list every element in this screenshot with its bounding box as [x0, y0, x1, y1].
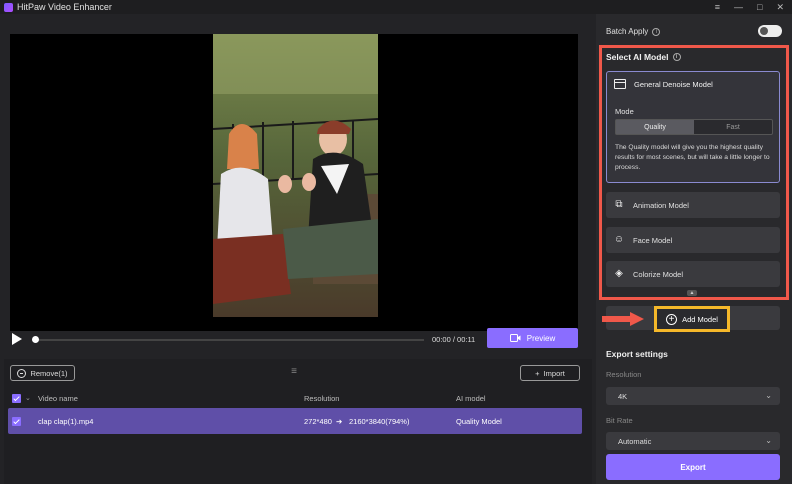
model-card-colorize[interactable]: ◈ Colorize Model — [606, 261, 780, 287]
resolution-to: 2160*3840(794%) — [349, 416, 410, 426]
animation-model-label: Animation Model — [633, 200, 689, 210]
minimize-icon[interactable]: — — [734, 2, 743, 12]
menu-icon[interactable]: ≡ — [715, 2, 720, 12]
table-header: ⌄ Video name Resolution AI model — [4, 389, 592, 407]
resolution-select[interactable]: 4K ⌄ — [606, 387, 780, 405]
import-label: Import — [543, 368, 565, 378]
resolution-value: 4K — [618, 391, 628, 401]
add-model-label: Add Model — [682, 314, 718, 324]
chevron-down-icon: ⌄ — [765, 436, 772, 445]
face-model-label: Face Model — [633, 235, 673, 245]
resolution-from: 272*480 — [304, 416, 332, 426]
mode-label: Mode — [615, 107, 634, 116]
batch-apply-label: Batch Apply — [606, 27, 649, 36]
maximize-icon[interactable]: □ — [757, 2, 762, 12]
video-preview — [10, 34, 578, 331]
column-header-resolution: Resolution — [304, 393, 340, 403]
settings-sidebar: Batch Apply i Select AI Model i General … — [596, 14, 792, 484]
app-title: HitPaw Video Enhancer — [17, 2, 112, 12]
toggle-knob — [760, 27, 768, 35]
play-button[interactable] — [12, 333, 22, 345]
info-icon[interactable]: i — [672, 53, 681, 61]
video-list: Remove(1) ≡ + Import ⌄ Video name Resolu… — [4, 359, 592, 484]
row-checkbox[interactable] — [12, 416, 21, 426]
model-card-animation[interactable]: ⧉ Animation Model — [606, 192, 780, 218]
chevron-down-icon: ⌄ — [765, 391, 772, 400]
collapse-list-icon[interactable]: ≡ — [287, 367, 301, 377]
arrow-right-icon: ➔ — [336, 416, 343, 426]
remove-button[interactable]: Remove(1) — [10, 365, 75, 381]
main-pane: 00:00 / 00:11 Preview Remove(1) ≡ + Impo… — [0, 14, 596, 484]
plus-icon: + — [535, 368, 540, 378]
colorize-model-label: Colorize Model — [633, 269, 684, 279]
app-logo-icon — [4, 2, 13, 12]
colorize-icon: ◈ — [615, 268, 623, 279]
model-description: The Quality model will give you the high… — [615, 144, 770, 171]
export-button[interactable]: Export — [606, 454, 780, 480]
row-ai-model: Quality Model — [456, 416, 502, 426]
model-card-face[interactable]: ☺ Face Model — [606, 227, 780, 253]
column-header-video-name: Video name — [38, 393, 78, 403]
bitrate-select[interactable]: Automatic ⌄ — [606, 432, 780, 450]
mode-selector: Quality Fast — [615, 119, 773, 135]
model-card-general-denoise[interactable]: General Denoise Model Mode Quality Fast … — [606, 71, 780, 183]
face-icon: ☺ — [613, 234, 625, 245]
video-thumbnail-image — [213, 34, 378, 317]
scroll-up-icon[interactable]: ▲ — [687, 290, 697, 296]
player-controls: 00:00 / 00:11 Preview — [10, 327, 578, 349]
batch-apply-row: Batch Apply i — [606, 25, 782, 37]
video-name: clap clap(1).mp4 — [38, 416, 94, 426]
timecode: 00:00 / 00:11 — [432, 335, 476, 344]
add-model-button[interactable]: + Add Model — [654, 306, 730, 332]
bitrate-label: Bit Rate — [606, 416, 633, 425]
video-frame — [213, 34, 378, 317]
close-icon[interactable]: ✕ — [776, 2, 784, 13]
select-model-title-text: Select AI Model — [606, 52, 669, 62]
preview-label: Preview — [526, 333, 556, 343]
resolution-label: Resolution — [606, 370, 642, 379]
minus-circle-icon — [17, 368, 27, 378]
import-button[interactable]: + Import — [520, 365, 580, 381]
video-camera-icon — [509, 334, 521, 342]
active-model-name: General Denoise Model — [634, 79, 713, 89]
table-row[interactable]: clap clap(1).mp4 272*480 ➔ 2160*3840(794… — [8, 408, 582, 434]
select-all-checkbox[interactable] — [12, 393, 21, 403]
chevron-down-icon[interactable]: ⌄ — [25, 394, 31, 402]
progress-knob[interactable] — [32, 336, 39, 343]
plus-circle-icon: + — [666, 313, 678, 325]
film-icon — [614, 79, 626, 89]
mode-fast-option[interactable]: Fast — [694, 120, 772, 134]
info-icon[interactable]: i — [652, 27, 661, 36]
window-controls: ≡ — □ ✕ — [715, 0, 784, 14]
animation-icon: ⧉ — [615, 199, 623, 210]
select-model-title: Select AI Model i — [606, 52, 681, 62]
mode-quality-option[interactable]: Quality — [616, 120, 694, 134]
arrow-right-icon — [602, 312, 644, 326]
preview-button[interactable]: Preview — [487, 328, 578, 348]
column-header-ai-model: AI model — [456, 393, 486, 403]
title-bar: HitPaw Video Enhancer ≡ — □ ✕ — [0, 0, 792, 14]
batch-apply-toggle[interactable] — [758, 25, 782, 37]
progress-track[interactable] — [32, 339, 424, 341]
active-model-header: General Denoise Model — [614, 79, 713, 89]
remove-label: Remove(1) — [30, 368, 68, 378]
bitrate-value: Automatic — [618, 436, 652, 446]
export-settings-title: Export settings — [606, 349, 668, 359]
